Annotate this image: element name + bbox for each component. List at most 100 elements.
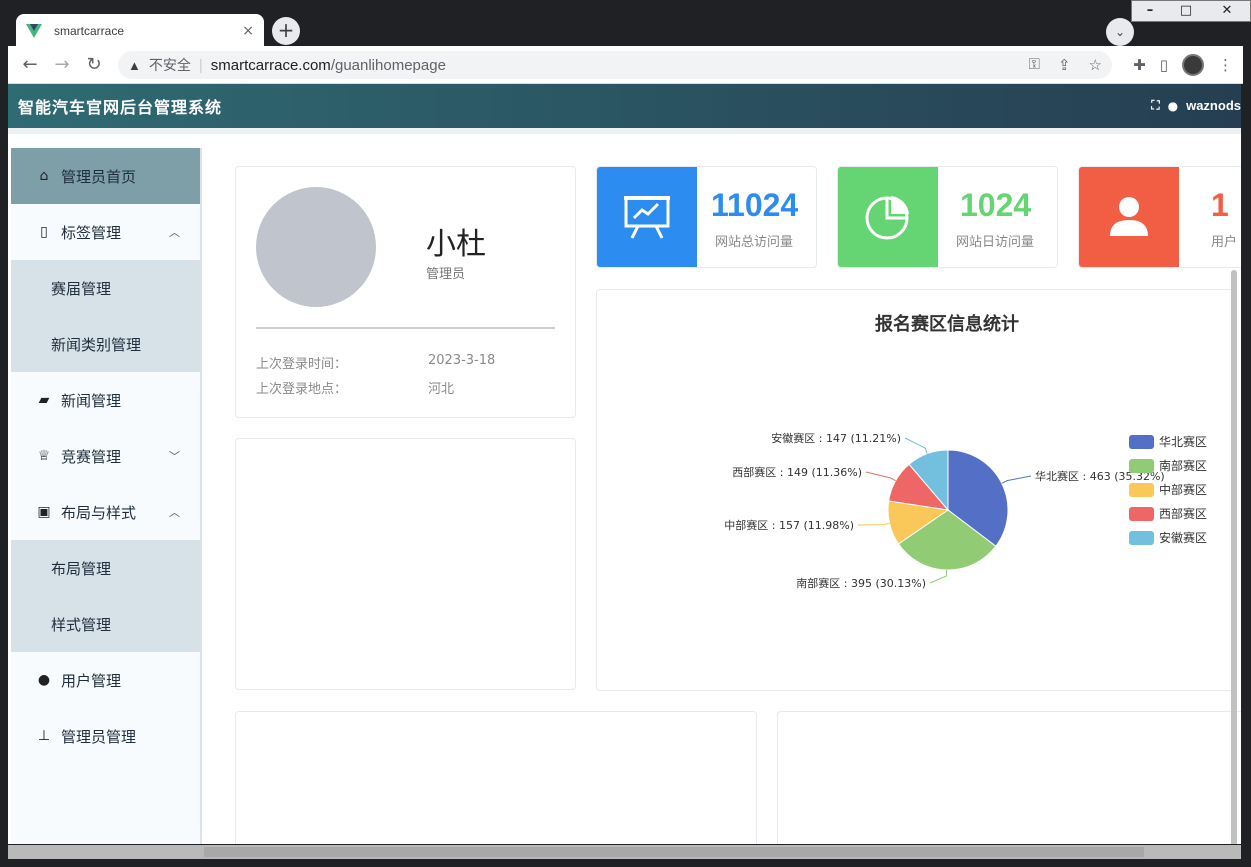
- trophy-icon: ♕: [37, 448, 51, 464]
- stat-label: 用户: [1211, 235, 1238, 250]
- vertical-scrollbar[interactable]: [1231, 270, 1237, 844]
- user-icon: ●: [1167, 98, 1179, 113]
- sidebar-item-tags[interactable]: ▯ 标签管理 ︿: [11, 204, 200, 260]
- stat-label: 网站日访问量: [956, 235, 1035, 250]
- data-label: 中部赛区 : 157 (11.98%): [724, 518, 854, 532]
- legend-swatch[interactable]: [1129, 459, 1154, 473]
- share-icon[interactable]: ⇪: [1058, 56, 1071, 74]
- stamp-icon: ⊥: [37, 728, 51, 744]
- insecure-label: 不安全: [148, 57, 191, 73]
- empty-card: [777, 711, 1241, 844]
- warning-icon: ▲: [128, 57, 141, 73]
- user-icon: ●: [37, 672, 51, 688]
- key-icon[interactable]: ⚿: [1029, 56, 1040, 74]
- profile-role: 管理员: [426, 267, 466, 282]
- tab-title: smartcarrace: [54, 24, 125, 38]
- legend-swatch[interactable]: [1129, 483, 1154, 497]
- stat-value: 1024: [960, 187, 1032, 223]
- side-panel-icon[interactable]: ▯: [1160, 56, 1168, 74]
- chevron-down-icon[interactable]: ⌄: [1106, 18, 1134, 46]
- pie-chart: 华北赛区 : 463 (35.32%)华北赛区南部赛区 : 395 (30.13…: [724, 431, 1207, 590]
- address-bar[interactable]: ▲ 不安全 | smartcarrace.com/guanlihomepage …: [118, 51, 1112, 79]
- stat-label: 网站总访问量: [715, 235, 794, 250]
- home-icon: ⌂: [39, 168, 49, 184]
- horizontal-scrollbar[interactable]: [8, 845, 1241, 859]
- fullscreen-icon[interactable]: ⛶: [1151, 98, 1159, 113]
- sidebar-item-label: 管理员管理: [61, 727, 137, 746]
- sidebar-item-label: 新闻管理: [61, 391, 122, 410]
- url-separator: |: [198, 56, 203, 74]
- main-content: 小杜 管理员 上次登录时间： 2023-3-18 上次登录地点： 河北 1102…: [208, 134, 1241, 844]
- label-leader-line: [857, 522, 890, 526]
- profile-divider: [256, 327, 555, 329]
- legend-swatch[interactable]: [1129, 435, 1154, 449]
- extensions-icon[interactable]: ✚: [1133, 56, 1146, 74]
- browser-tab[interactable]: smartcarrace ×: [16, 14, 264, 48]
- toolbar-right: ✚ ▯ ⋮: [1133, 54, 1233, 76]
- sidebar-item-label: 管理员首页: [61, 167, 137, 186]
- scrollbar-thumb[interactable]: [204, 847, 1144, 857]
- sidebar-item-label: 竞赛管理: [61, 447, 122, 466]
- signup-region-chart-card: 报名赛区信息统计 华北赛区 : 463 (35.32%) 华北赛区 南部赛区 : 3…: [596, 289, 1236, 691]
- user-icon: [1079, 167, 1179, 267]
- chevron-up-icon: ︿: [169, 226, 180, 239]
- stat-card-users: 1 用户: [1078, 166, 1241, 268]
- last-login-place-row: 上次登录地点： 河北: [256, 378, 454, 397]
- more-menu-icon[interactable]: ⋮: [1218, 56, 1233, 74]
- back-arrow-icon[interactable]: ←: [18, 54, 42, 76]
- omnibox-actions: ⚿ ⇪ ☆: [1029, 56, 1102, 74]
- sidebar-item-label: 赛届管理: [51, 279, 112, 298]
- forward-arrow-icon[interactable]: →: [50, 54, 74, 76]
- reload-icon[interactable]: ↻: [82, 54, 106, 76]
- minimize-button[interactable]: –: [1132, 1, 1168, 21]
- last-login-time-label: 上次登录时间：: [256, 357, 348, 372]
- sidebar-item-layout-style[interactable]: ▣ 布局与样式 ︿: [11, 484, 200, 540]
- sidebar-item-season[interactable]: 赛届管理: [11, 260, 200, 316]
- last-login-place-label: 上次登录地点：: [256, 382, 348, 397]
- app-root: 智能汽车官网后台管理系统 ⛶ ● waznods ⌂ 管理员首页 ▯ 标签管理 …: [8, 84, 1241, 844]
- book-icon: ▯: [40, 224, 48, 240]
- sidebar-item-style[interactable]: 样式管理: [11, 596, 200, 652]
- sidebar-item-label: 用户管理: [61, 671, 122, 690]
- sidebar-item-news[interactable]: ▰ 新闻管理: [11, 372, 200, 428]
- image-icon: ▣: [37, 504, 51, 520]
- legend-label[interactable]: 中部赛区: [1159, 482, 1207, 497]
- legend-label[interactable]: 安徽赛区: [1159, 530, 1207, 545]
- sidebar-item-news-category[interactable]: 新闻类别管理: [11, 316, 200, 372]
- stat-value: 1: [1211, 187, 1229, 223]
- sidebar-item-label: 标签管理: [61, 223, 122, 242]
- legend-label[interactable]: 华北赛区: [1159, 434, 1207, 449]
- username[interactable]: waznods: [1186, 98, 1241, 113]
- sidebar-item-competition[interactable]: ♕ 竞赛管理 ﹀: [11, 428, 200, 484]
- stat-card-total-visits: 11024 网站总访问量: [596, 166, 817, 268]
- maximize-button[interactable]: □: [1168, 1, 1204, 21]
- sidebar-item-users[interactable]: ● 用户管理: [11, 652, 200, 708]
- app-title: 智能汽车官网后台管理系统: [18, 98, 223, 117]
- stat-card-daily-visits: 1024 网站日访问量: [837, 166, 1058, 268]
- sidebar-item-label: 布局与样式: [61, 503, 137, 522]
- legend-label[interactable]: 南部赛区: [1159, 458, 1207, 473]
- empty-card: [235, 438, 576, 690]
- tab-strip: smartcarrace × + ⌄: [8, 8, 1243, 48]
- chevron-down-icon: ﹀: [169, 450, 180, 463]
- avatar: [256, 187, 376, 307]
- new-tab-button[interactable]: +: [272, 17, 300, 45]
- star-icon[interactable]: ☆: [1089, 56, 1102, 74]
- stat-value: 11024: [711, 187, 799, 223]
- empty-card: [235, 711, 757, 844]
- sidebar-item-layout[interactable]: 布局管理: [11, 540, 200, 596]
- profile-name: 小杜: [426, 227, 486, 262]
- profile-avatar[interactable]: [1182, 54, 1204, 76]
- presentation-chart-icon: [597, 167, 697, 267]
- vue-logo-icon: [26, 24, 42, 38]
- sidebar-item-admin-home[interactable]: ⌂ 管理员首页: [11, 148, 200, 204]
- sidebar-item-label: 新闻类别管理: [51, 335, 142, 354]
- sidebar-item-admins[interactable]: ⊥ 管理员管理: [11, 708, 200, 764]
- label-leader-line: [865, 471, 896, 482]
- close-icon[interactable]: ×: [242, 23, 254, 39]
- legend-label[interactable]: 西部赛区: [1159, 506, 1207, 521]
- legend-swatch[interactable]: [1129, 507, 1154, 521]
- legend-swatch[interactable]: [1129, 531, 1154, 545]
- sidebar-item-label: 样式管理: [51, 615, 112, 634]
- window-close-button[interactable]: ✕: [1204, 1, 1250, 21]
